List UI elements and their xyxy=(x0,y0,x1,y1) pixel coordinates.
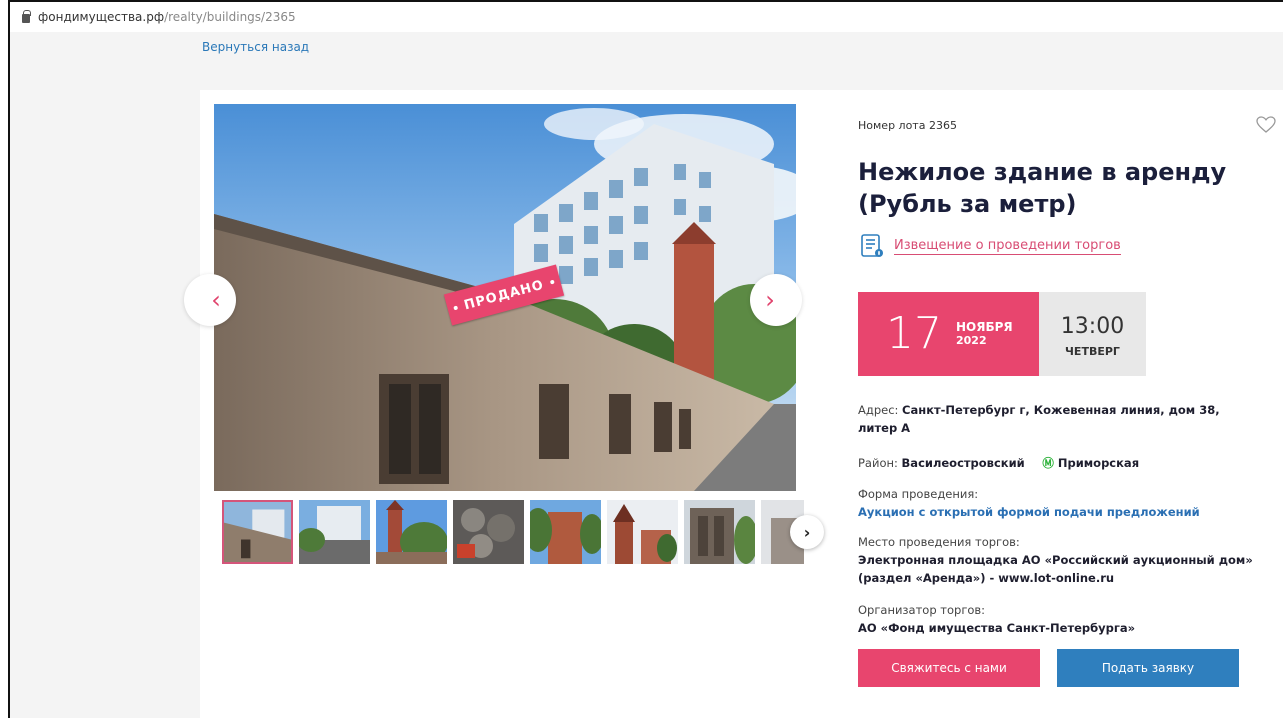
organizer-label: Организатор торгов: xyxy=(858,603,986,617)
main-photo[interactable]: ПРОДАНО xyxy=(214,104,796,491)
submit-application-button[interactable]: Подать заявку xyxy=(1057,649,1239,687)
thumbnail[interactable] xyxy=(607,500,678,564)
venue-label: Место проведения торгов: xyxy=(858,535,1020,549)
contact-us-button[interactable]: Свяжитесь с нами xyxy=(858,649,1040,687)
document-icon xyxy=(861,234,883,257)
auction-month: НОЯБРЯ xyxy=(956,320,1013,334)
district-value: Василеостровский xyxy=(901,456,1025,470)
url-path: /realty/buildings/2365 xyxy=(164,10,296,24)
url-domain: фондимущества.рф xyxy=(38,10,165,24)
venue-value: Электронная площадка АО «Российский аукц… xyxy=(858,553,1253,585)
lot-number: Номер лота 2365 xyxy=(858,119,957,132)
auction-time: 13:00 ЧЕТВЕРГ xyxy=(1039,292,1146,376)
auction-notice-label[interactable]: Извещение о проведении торгов xyxy=(894,238,1121,255)
auction-date: 17 НОЯБРЯ 2022 xyxy=(858,292,1039,376)
address-label: Адрес: xyxy=(858,403,899,417)
next-photo-button[interactable]: › xyxy=(750,274,802,326)
thumbnail-strip xyxy=(222,500,804,566)
lot-details: Номер лота 2365 Нежилое здание в аренду … xyxy=(858,90,1278,718)
prev-photo-button[interactable]: ‹ xyxy=(184,274,236,326)
back-link[interactable]: Вернуться назад xyxy=(202,40,309,54)
form-label: Форма проведения: xyxy=(858,487,979,501)
thumbnail[interactable] xyxy=(222,500,293,564)
auction-time-value: 13:00 xyxy=(1060,314,1125,339)
form-row: Форма проведения: Аукцион с открытой фор… xyxy=(858,485,1258,521)
thumbnails-next-button[interactable]: › xyxy=(790,515,824,549)
organizer-row: Организатор торгов: АО «Фонд имущества С… xyxy=(858,601,1258,637)
auction-year: 2022 xyxy=(956,334,987,347)
metro-value: Приморская xyxy=(1057,456,1140,470)
thumbnail[interactable] xyxy=(453,500,524,564)
district-label: Район: xyxy=(858,456,898,470)
auction-notice-link[interactable]: Извещение о проведении торгов xyxy=(860,234,1121,258)
address-value: Санкт-Петербург г, Кожевенная линия, дом… xyxy=(858,403,1220,435)
thumbnail[interactable] xyxy=(376,500,447,564)
auction-day: 17 xyxy=(886,308,942,359)
auction-form-link[interactable]: Аукцион с открытой формой подачи предлож… xyxy=(858,503,1258,521)
lot-card: ПРОДАНО ‹ › › Номер лота 2365 Нежилое зд… xyxy=(184,90,1283,718)
thumbnail[interactable] xyxy=(530,500,601,564)
thumbnail[interactable] xyxy=(684,500,755,564)
lock-icon xyxy=(22,9,31,23)
district-row: Район: Василеостровский Ⓜ Приморская xyxy=(858,454,1258,472)
browser-window: фондимущества.рф/realty/buildings/2365 В… xyxy=(8,0,1283,718)
metro-station: Ⓜ Приморская xyxy=(1042,454,1139,472)
organizer-value: АО «Фонд имущества Санкт-Петербурга» xyxy=(858,621,1136,635)
address-bar[interactable]: фондимущества.рф/realty/buildings/2365 xyxy=(10,2,1283,32)
thumbnail[interactable] xyxy=(299,500,370,564)
metro-icon: Ⓜ xyxy=(1042,456,1054,470)
favorite-heart-icon[interactable] xyxy=(1256,116,1276,134)
address-row: Адрес: Санкт-Петербург г, Кожевенная лин… xyxy=(858,401,1258,437)
auction-weekday: ЧЕТВЕРГ xyxy=(1065,345,1120,358)
lot-title: Нежилое здание в аренду (Рубль за метр) xyxy=(858,158,1227,218)
venue-row: Место проведения торгов: Электронная пло… xyxy=(858,533,1258,587)
